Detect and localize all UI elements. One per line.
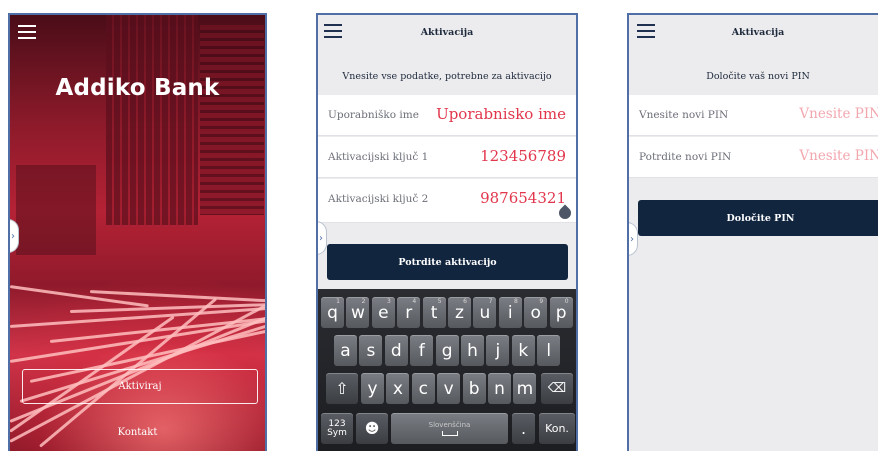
confirm-pin-label: Potrdite novi PIN [639,151,732,163]
key-e[interactable]: 3e [371,297,395,328]
key-hint: 1 [336,298,340,305]
activation-key-2-field[interactable]: Aktivacijski ključ 2 987654321 [318,179,576,223]
key-a[interactable]: a [334,335,357,366]
new-pin-label: Vnesite novi PIN [639,109,729,121]
key-hint: 9 [539,298,544,305]
key-r[interactable]: 4r [397,297,421,328]
activation-key-2-input[interactable]: 987654321 [480,189,566,207]
key-t[interactable]: 5t [422,297,446,328]
key-j[interactable]: j [486,335,510,366]
key-n[interactable]: n [488,373,511,404]
done-key[interactable]: Kon. [539,413,575,444]
instructions-text: Določite vaš novi PIN [706,71,810,82]
key-label: z [455,302,464,323]
key-label: u [479,302,491,323]
key-v[interactable]: v [437,373,461,404]
space-key[interactable]: Slovenščina [391,413,508,444]
period-key[interactable]: . [512,413,535,444]
key-d[interactable]: d [384,335,408,366]
key-label: t [430,302,438,323]
key-label: w [350,302,365,323]
key-q[interactable]: 1q [321,297,344,328]
background-building [200,25,264,215]
page-title: Aktivacija [731,27,785,38]
chevron-right-icon[interactable]: › [318,221,327,255]
light-trail [10,285,149,308]
space-bar-icon [441,431,458,436]
key-label: p [555,302,567,323]
key-hint: 6 [463,298,467,305]
key-hint: 2 [361,298,366,305]
light-trails [10,230,265,451]
activation-key-1-field[interactable]: Aktivacijski ključ 1 123456789 [318,137,576,178]
username-field[interactable]: Uporabniško ime Uporabnisko ime [318,95,576,136]
key-p[interactable]: 0p [549,297,573,328]
key-f[interactable]: f [410,335,434,366]
contact-link[interactable]: Kontakt [10,427,265,438]
key-label: r [405,302,413,323]
key-label: q [327,302,338,323]
key-hint: 8 [513,298,518,305]
confirm-pin-field[interactable]: Potrdite novi PIN Vnesite PIN [629,137,878,178]
activation-key-2-label: Aktivacijski ključ 2 [328,193,429,205]
new-pin-input[interactable]: Vnesite PIN [799,106,878,122]
instructions-text: Vnesite vse podatke, potrebne za aktivac… [342,71,552,82]
activation-screen: Aktivacija Vnesite vse podatke, potrebne… [316,13,578,451]
confirm-activation-button[interactable]: Potrdite aktivacijo [327,244,568,280]
key-k[interactable]: k [511,335,535,366]
key-s[interactable]: s [359,335,383,366]
key-h[interactable]: h [461,335,484,366]
key-c[interactable]: c [411,373,435,404]
smiley-icon[interactable]: ☻ [356,413,388,444]
confirm-pin-input[interactable]: Vnesite PIN [799,148,878,164]
splash-screen: Addiko Bank › Aktiviraj Kontakt [8,13,267,451]
key-hint: 7 [488,298,493,305]
key-m[interactable]: m [513,373,537,404]
activate-button[interactable]: Aktiviraj [22,369,258,404]
keyboard-row-3: ⇧ ⌫ yxcvbnm [318,373,576,404]
key-o[interactable]: 9o [524,297,548,328]
key-label: e [378,302,389,323]
key-l[interactable]: l [537,335,561,366]
app-header: Aktivacija [629,15,878,50]
activation-key-1-label: Aktivacijski ključ 1 [328,151,429,163]
set-pin-button[interactable]: Določite PIN [638,200,878,236]
key-b[interactable]: b [462,373,486,404]
username-label: Uporabniško ime [328,109,419,121]
on-screen-keyboard: 1q2w3e4r5t6z7u8i9o0p asdfghjkl ⇧ ⌫ yxcvb… [318,289,576,451]
username-input[interactable]: Uporabnisko ime [436,105,566,123]
keyboard-row-2: asdfghjkl [318,335,576,366]
key-y[interactable]: y [361,373,384,404]
activation-key-1-input[interactable]: 123456789 [480,147,566,165]
app-header: Aktivacija [318,15,576,50]
background-building [106,15,198,225]
keyboard-row-1: 1q2w3e4r5t6z7u8i9o0p [318,297,576,328]
key-label: i [507,302,513,323]
bank-logo: Addiko Bank [55,75,220,101]
text-cursor-handle[interactable] [556,204,574,222]
key-u[interactable]: 7u [473,297,497,328]
page-title: Aktivacija [420,27,474,38]
hamburger-icon[interactable] [18,25,36,39]
key-hint: 3 [386,298,391,305]
backspace-icon[interactable]: ⌫ [541,373,573,404]
pin-setup-screen: Aktivacija Določite vaš novi PIN Vnesite… [627,13,878,451]
symbols-key[interactable]: 123 Sym [321,413,353,444]
shift-icon[interactable]: ⇧ [326,373,358,404]
key-x[interactable]: x [386,373,410,404]
key-hint: 4 [412,298,417,305]
key-w[interactable]: 2w [346,297,370,328]
keyboard-row-4: 123 Sym ☻ Slovenščina . Kon. [318,413,576,444]
key-g[interactable]: g [435,335,459,366]
key-hint: 0 [564,298,569,305]
key-z[interactable]: 6z [448,297,471,328]
key-label: o [530,302,541,323]
new-pin-field[interactable]: Vnesite novi PIN Vnesite PIN [629,95,878,136]
language-label: Slovenščina [428,421,471,429]
key-i[interactable]: 8i [498,297,522,328]
key-hint: 5 [437,298,442,305]
chevron-right-icon[interactable]: › [629,222,638,256]
